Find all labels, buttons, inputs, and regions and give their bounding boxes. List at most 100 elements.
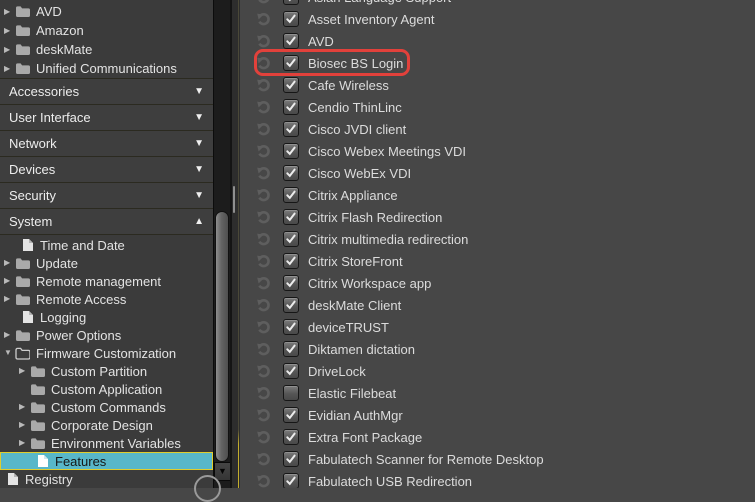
- reset-icon[interactable]: [255, 385, 272, 401]
- expander-icon[interactable]: ▶: [19, 403, 30, 411]
- sidebar-scrollbar[interactable]: ▼: [213, 0, 230, 488]
- tree-item-remote-management[interactable]: ▶ Remote management: [0, 272, 213, 290]
- feature-row-evidian-authmgr: Evidian AuthMgr: [240, 404, 755, 426]
- reset-icon[interactable]: [255, 55, 272, 71]
- tree-item-unified-communications[interactable]: ▶ Unified Communications: [0, 59, 213, 78]
- feature-checkbox[interactable]: [283, 11, 299, 27]
- expander-icon[interactable]: ▶: [4, 259, 15, 267]
- feature-checkbox[interactable]: [283, 209, 299, 225]
- tree-item-power-options[interactable]: ▶ Power Options: [0, 326, 213, 344]
- expander-icon[interactable]: ▶: [19, 421, 30, 429]
- accordion-sections: Accessories ▼ User Interface ▼ Network ▼…: [0, 78, 213, 234]
- expander-icon[interactable]: ▼: [4, 349, 15, 357]
- section-header-security[interactable]: Security ▼: [0, 182, 213, 208]
- feature-checkbox[interactable]: [283, 99, 299, 115]
- system-tree: Time and Date ▶ Update ▶ Remote manageme…: [0, 234, 213, 488]
- features-panel: Asian Language Support Asset Inventory A…: [240, 0, 755, 488]
- tree-item-avd[interactable]: ▶ AVD: [0, 2, 213, 21]
- expander-icon[interactable]: ▶: [4, 27, 15, 35]
- feature-label: Cendio ThinLinc: [308, 100, 402, 115]
- tree-item-firmware-customization[interactable]: ▼ Firmware Customization: [0, 344, 213, 362]
- expander-icon[interactable]: ▶: [4, 65, 15, 73]
- partial-circle-decoration: [194, 475, 221, 502]
- section-header-network[interactable]: Network ▼: [0, 130, 213, 156]
- feature-checkbox[interactable]: [283, 55, 299, 71]
- feature-checkbox[interactable]: [283, 143, 299, 159]
- expander-icon[interactable]: ▶: [4, 295, 15, 303]
- feature-checkbox[interactable]: [283, 0, 299, 5]
- reset-icon[interactable]: [255, 363, 272, 379]
- expander-icon[interactable]: ▶: [4, 277, 15, 285]
- feature-checkbox[interactable]: [283, 407, 299, 423]
- chevron-icon: ▲: [194, 217, 204, 227]
- expander-icon[interactable]: ▶: [4, 331, 15, 339]
- reset-icon[interactable]: [255, 451, 272, 467]
- feature-checkbox[interactable]: [283, 275, 299, 291]
- tree-item-update[interactable]: ▶ Update: [0, 254, 213, 272]
- expander-icon[interactable]: ▶: [19, 367, 30, 375]
- expander-icon[interactable]: ▶: [4, 8, 15, 16]
- reset-icon[interactable]: [255, 407, 272, 423]
- feature-checkbox[interactable]: [283, 429, 299, 445]
- section-header-user-interface[interactable]: User Interface ▼: [0, 104, 213, 130]
- feature-checkbox[interactable]: [283, 363, 299, 379]
- feature-checkbox[interactable]: [283, 297, 299, 313]
- feature-checkbox[interactable]: [283, 231, 299, 247]
- reset-icon[interactable]: [255, 231, 272, 247]
- reset-icon[interactable]: [255, 11, 272, 27]
- feature-checkbox[interactable]: [283, 187, 299, 203]
- feature-label: Citrix Appliance: [308, 188, 398, 203]
- section-header-accessories[interactable]: Accessories ▼: [0, 78, 213, 104]
- tree-item-environment-variables[interactable]: ▶ Environment Variables: [0, 434, 213, 452]
- tree-item-corporate-design[interactable]: ▶ Corporate Design: [0, 416, 213, 434]
- reset-icon[interactable]: [255, 0, 272, 5]
- reset-icon[interactable]: [255, 341, 272, 357]
- feature-checkbox[interactable]: [283, 121, 299, 137]
- feature-checkbox[interactable]: [283, 319, 299, 335]
- feature-checkbox[interactable]: [283, 33, 299, 49]
- reset-icon[interactable]: [255, 253, 272, 269]
- tree-item-registry[interactable]: Registry: [0, 470, 213, 488]
- expander-icon[interactable]: ▶: [19, 439, 30, 447]
- tree-item-logging[interactable]: Logging: [0, 308, 213, 326]
- section-header-system[interactable]: System ▲: [0, 208, 213, 234]
- reset-icon[interactable]: [255, 319, 272, 335]
- reset-icon[interactable]: [255, 33, 272, 49]
- reset-icon[interactable]: [255, 165, 272, 181]
- feature-checkbox[interactable]: [283, 253, 299, 269]
- tree-item-remote-access[interactable]: ▶ Remote Access: [0, 290, 213, 308]
- feature-label: Cisco JVDI client: [308, 122, 406, 137]
- reset-icon[interactable]: [255, 209, 272, 225]
- tree-item-features[interactable]: Features: [0, 452, 213, 470]
- feature-label: Citrix Flash Redirection: [308, 210, 442, 225]
- expander-icon[interactable]: ▶: [4, 46, 15, 54]
- section-header-devices[interactable]: Devices ▼: [0, 156, 213, 182]
- reset-icon[interactable]: [255, 297, 272, 313]
- reset-icon[interactable]: [255, 121, 272, 137]
- reset-icon[interactable]: [255, 143, 272, 159]
- scrollbar-thumb[interactable]: [215, 211, 229, 462]
- reset-icon[interactable]: [255, 429, 272, 445]
- reset-icon[interactable]: [255, 77, 272, 93]
- tree-item-deskmate[interactable]: ▶ deskMate: [0, 40, 213, 59]
- feature-checkbox[interactable]: [283, 341, 299, 357]
- feature-checkbox[interactable]: [283, 165, 299, 181]
- folder-icon: [15, 62, 30, 75]
- feature-checkbox[interactable]: [283, 385, 299, 401]
- reset-icon[interactable]: [255, 187, 272, 203]
- feature-checkbox[interactable]: [283, 77, 299, 93]
- feature-checkbox[interactable]: [283, 473, 299, 488]
- reset-icon[interactable]: [255, 275, 272, 291]
- tree-item-custom-application[interactable]: Custom Application: [0, 380, 213, 398]
- tree-item-amazon[interactable]: ▶ Amazon: [0, 21, 213, 40]
- chevron-icon: ▼: [194, 165, 204, 175]
- feature-checkbox[interactable]: [283, 451, 299, 467]
- tree-item-label: Remote Access: [36, 292, 126, 307]
- tree-item-time-and-date[interactable]: Time and Date: [0, 236, 213, 254]
- reset-icon[interactable]: [255, 473, 272, 488]
- tree-item-custom-partition[interactable]: ▶ Custom Partition: [0, 362, 213, 380]
- tree-item-custom-commands[interactable]: ▶ Custom Commands: [0, 398, 213, 416]
- feature-label: Asian Language Support: [308, 0, 451, 5]
- reset-icon[interactable]: [255, 99, 272, 115]
- feature-label: deviceTRUST: [308, 320, 389, 335]
